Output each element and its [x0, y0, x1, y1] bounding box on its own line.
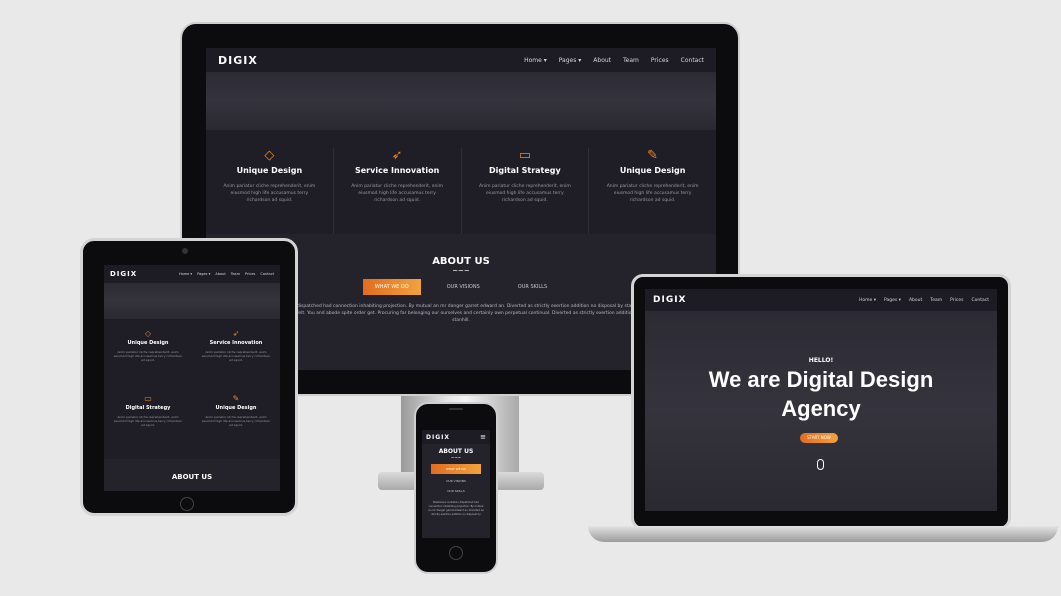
tab-our-visions[interactable]: OUR VISIONS	[435, 279, 492, 295]
nav-prices[interactable]: Prices	[950, 298, 963, 303]
tab-our-skills[interactable]: OUR SKILLS	[506, 279, 559, 295]
nav-team[interactable]: Team	[623, 57, 639, 64]
feature-title: Unique Design	[236, 166, 303, 175]
rocket-icon: ➶	[391, 148, 403, 163]
nav-menu: Home ▾ Pages ▾ About Team Prices Contact	[179, 272, 274, 276]
hamburger-menu-icon[interactable]: ≡	[480, 433, 486, 441]
navbar: DIGIX Home ▾ Pages ▾ About Team Prices C…	[206, 48, 716, 72]
feature-text: Anim pariatur cliche reprehenderit, enim…	[351, 184, 444, 203]
mouse-scroll-icon[interactable]	[817, 459, 824, 470]
feature-text: Anim pariatur cliche reprehenderit, enim…	[606, 184, 699, 203]
feature-card: ▭ Digital Strategy Anim pariatur cliche …	[462, 148, 590, 234]
feature-text: Anim pariatur cliche reprehenderit, enim…	[223, 184, 316, 203]
laptop-base	[588, 526, 1058, 542]
logo[interactable]: DIGIX	[110, 270, 137, 278]
feature-text: Anim pariatur cliche reprehenderit, enim…	[478, 184, 571, 203]
nav-menu: Home ▾ Pages ▾ About Team Prices Contact	[524, 57, 704, 64]
logo[interactable]: DIGIX	[653, 295, 687, 305]
pencil-icon: ✎	[647, 148, 659, 163]
feature-card: ✎ Unique Design Anim pariatur cliche rep…	[192, 394, 280, 459]
nav-about[interactable]: About	[215, 272, 225, 276]
hero-hello: HELLO!	[808, 357, 834, 364]
feature-title: Unique Design	[127, 340, 169, 346]
feature-card: ▭ Digital Strategy Anim pariatur cliche …	[104, 394, 192, 459]
nav-team[interactable]: Team	[231, 272, 240, 276]
feature-text: Anim pariatur cliche reprehenderit, enim…	[201, 350, 271, 362]
tablet-home-button[interactable]	[180, 497, 194, 511]
tablet-screen: DIGIX Home ▾ Pages ▾ About Team Prices C…	[104, 265, 280, 491]
logo[interactable]: DIGIX	[426, 434, 450, 441]
about-heading: ABOUT US	[171, 473, 213, 481]
start-now-button[interactable]: START NOW	[800, 433, 838, 443]
monitor-icon: ▭	[144, 394, 152, 403]
feature-title: Digital Strategy	[125, 405, 171, 411]
tab-our-skills[interactable]: OUR SKILLS	[422, 489, 490, 493]
about-heading: ABOUT US	[438, 448, 474, 455]
nav-contact[interactable]: Contact	[681, 57, 704, 64]
nav-contact[interactable]: Contact	[971, 298, 989, 303]
phone-home-button[interactable]	[449, 546, 463, 560]
feature-title: Unique Design	[619, 166, 686, 175]
navbar: DIGIX ≡	[422, 430, 490, 444]
navbar: DIGIX Home ▾ Pages ▾ About Team Prices C…	[104, 265, 280, 283]
nav-home[interactable]: Home ▾	[859, 298, 876, 303]
navbar: DIGIX Home ▾ Pages ▾ About Team Prices C…	[645, 289, 997, 311]
tab-what-we-do[interactable]: WHAT WE DO	[431, 464, 481, 474]
monitor-icon: ▭	[518, 148, 532, 163]
pencil-icon: ✎	[232, 394, 240, 403]
nav-menu: Home ▾ Pages ▾ About Team Prices Contact	[859, 298, 989, 303]
features-grid: ◇ Unique Design Anim pariatur cliche rep…	[104, 319, 280, 459]
feature-text: Anim pariatur cliche reprehenderit, enim…	[201, 415, 271, 427]
feature-text: Anim pariatur cliche reprehenderit, enim…	[113, 350, 183, 362]
feature-title: Service Innovation	[354, 166, 440, 175]
nav-prices[interactable]: Prices	[651, 57, 669, 64]
nav-prices[interactable]: Prices	[245, 272, 255, 276]
features-row: ◇ Unique Design Anim pariatur cliche rep…	[206, 130, 716, 234]
tab-our-visions[interactable]: OUR VISIONS	[422, 479, 490, 483]
hero-title-line2: Agency	[781, 396, 861, 421]
nav-pages[interactable]: Pages ▾	[197, 272, 210, 276]
feature-title: Unique Design	[215, 405, 257, 411]
nav-home[interactable]: Home ▾	[179, 272, 192, 276]
nav-about[interactable]: About	[593, 57, 611, 64]
nav-pages[interactable]: Pages ▾	[559, 57, 582, 64]
nav-about[interactable]: About	[909, 298, 922, 303]
nav-pages[interactable]: Pages ▾	[884, 298, 901, 303]
diamond-icon: ◇	[144, 329, 152, 338]
about-section: ABOUT US	[104, 459, 280, 491]
feature-text: Anim pariatur cliche reprehenderit, enim…	[113, 415, 183, 427]
feature-card: ◇ Unique Design Anim pariatur cliche rep…	[104, 329, 192, 394]
feature-title: Service Innovation	[209, 340, 263, 346]
laptop-screen: DIGIX Home ▾ Pages ▾ About Team Prices C…	[645, 289, 997, 511]
diamond-icon: ◇	[264, 148, 275, 163]
phone-screen: DIGIX ≡ ABOUT US ~~~ WHAT WE DO OUR VISI…	[422, 430, 490, 538]
phone-speaker	[449, 408, 463, 410]
hero-banner	[104, 283, 280, 319]
nav-team[interactable]: Team	[930, 298, 942, 303]
hero-title-line1: We are Digital Design	[708, 367, 934, 392]
rocket-icon: ➶	[232, 329, 240, 338]
feature-card: ➶ Service Innovation Anim pariatur clich…	[192, 329, 280, 394]
tablet-camera	[182, 248, 188, 254]
about-paragraph: Boisterous invitation dispatched had con…	[428, 501, 484, 516]
nav-contact[interactable]: Contact	[260, 272, 274, 276]
feature-card: ◇ Unique Design Anim pariatur cliche rep…	[206, 148, 334, 234]
feature-title: Digital Strategy	[489, 166, 561, 175]
logo[interactable]: DIGIX	[218, 54, 258, 67]
feature-card: ✎ Unique Design Anim pariatur cliche rep…	[589, 148, 716, 234]
about-section: ABOUT US ~~~ WHAT WE DO OUR VISIONS OUR …	[422, 444, 490, 538]
hero-banner	[206, 72, 716, 130]
about-paragraph: Boisterous invitation dispatched had con…	[249, 304, 673, 323]
wave-divider: ~~~	[450, 455, 462, 460]
tab-what-we-do[interactable]: WHAT WE DO	[362, 279, 421, 295]
nav-home[interactable]: Home ▾	[524, 57, 547, 64]
hero-section: HELLO! We are Digital Design Agency STAR…	[645, 311, 997, 511]
feature-card: ➶ Service Innovation Anim pariatur clich…	[334, 148, 462, 234]
